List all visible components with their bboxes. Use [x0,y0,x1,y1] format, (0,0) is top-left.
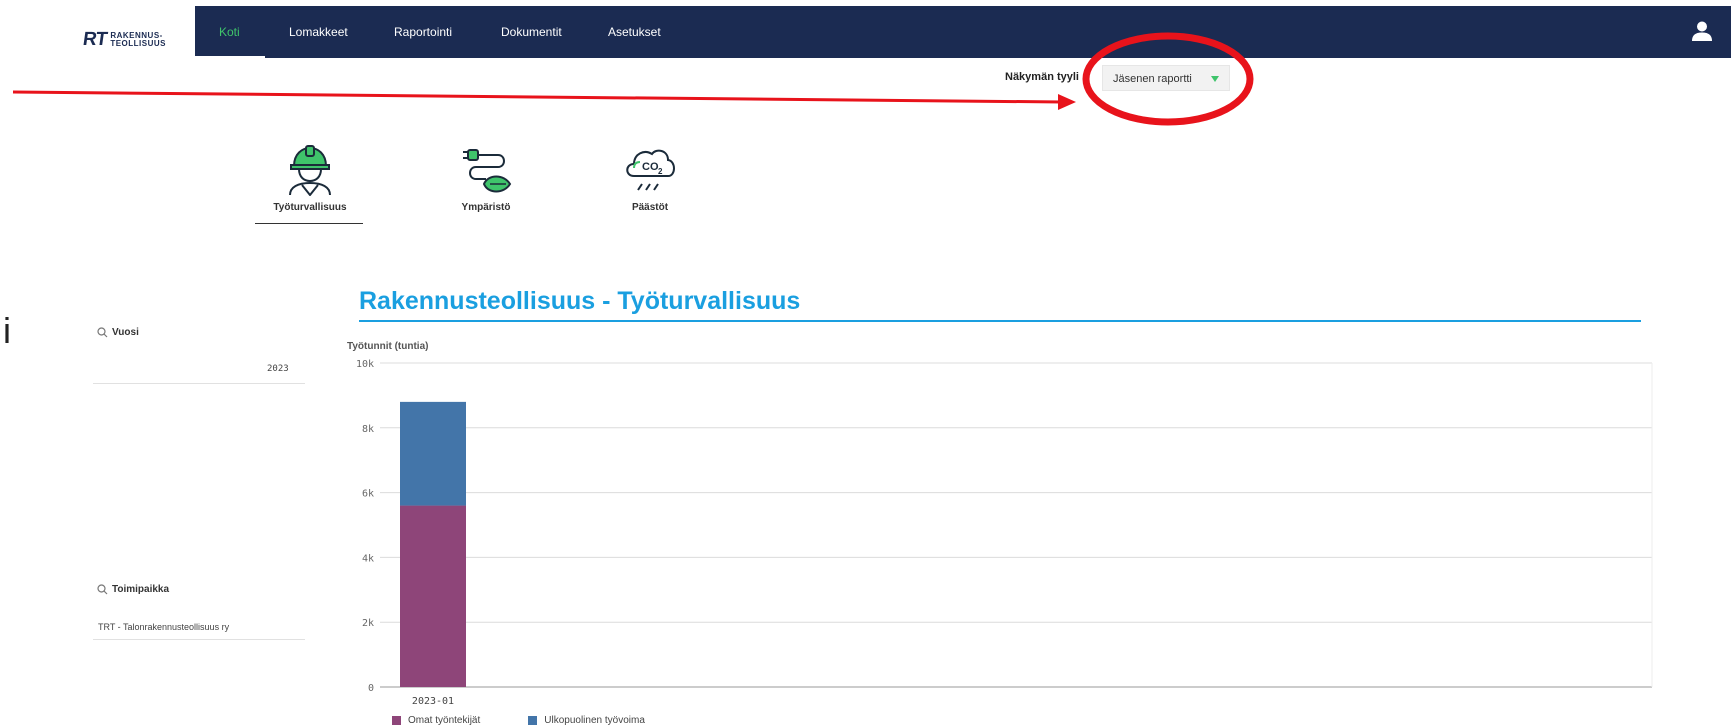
category-tile-tyoturvallisuus[interactable]: Työturvallisuus [255,144,365,213]
user-icon[interactable] [1691,20,1713,42]
logo-mark: RT [81,29,108,50]
y-tick-label: 10k [356,359,374,370]
category-label: Ympäristö [461,202,511,213]
filter-location-label: Toimipaikka [112,584,170,595]
category-label: Päästöt [631,202,669,213]
legend-swatch [392,716,401,725]
nav-item-label: Lomakkeet [289,25,348,39]
annotation-arrow [12,90,1076,110]
filter-year[interactable]: Vuosi [97,327,139,338]
y-tick-label: 4k [362,553,374,564]
filter-location-title: Toimipaikka [97,584,169,595]
nav-item-raportointi[interactable]: Raportointi [394,6,452,58]
worker-hardhat-icon [289,145,331,196]
legend-label: Omat työntekijät [408,715,481,726]
y-tick-label: 0 [368,683,374,694]
svg-text:CO: CO [642,161,659,173]
chart-title: Rakennusteollisuus - Työturvallisuus [359,287,801,315]
legend-label: Ulkopuolinen työvoima [544,715,645,726]
logo[interactable]: RT RAKENNUS- TEOLLISUUS [81,29,166,51]
category-label: Työturvallisuus [273,202,347,213]
plug-leaf-icon [463,149,512,193]
nav-item-label: Raportointi [394,25,453,39]
bar-segment[interactable] [400,401,466,506]
nav-item-label: Dokumentit [501,25,562,39]
logo-text: RAKENNUS- TEOLLISUUS [110,32,166,48]
nav-item-label: Asetukset [608,25,661,39]
filter-location[interactable]: Toimipaikka [97,584,169,595]
chart-y-axis-label: Työtunnit (tuntia) [347,341,429,352]
filter-location-value[interactable]: TRT - Talonrakennusteollisuus ry [98,622,229,632]
nav-item-asetukset[interactable]: Asetukset [608,6,661,58]
filter-year-label: Vuosi [112,327,139,338]
y-tick-label: 2k [362,618,374,629]
bar-segment[interactable] [400,505,466,687]
filter-year-value[interactable]: 2023 [267,364,289,374]
search-icon [97,327,108,338]
x-tick-label: 2023-01 [412,696,454,707]
category-tile-paastot[interactable]: CO 2 Päästöt [595,144,705,213]
svg-text:2: 2 [658,167,663,176]
legend-swatch [528,716,538,725]
stray-character: i [3,310,11,351]
nav-item-koti[interactable]: Koti [195,6,265,59]
category-selected-indicator [255,223,363,224]
filter-year-title: Vuosi [97,327,139,338]
chart-legend: Omat työntekijät Ulkopuolinen työvoima [392,715,645,726]
legend-item[interactable]: Omat työntekijät [392,715,480,726]
legend-item[interactable]: Ulkopuolinen työvoima [528,715,645,726]
stacked-bar-chart: 0 2k 4k 6k 8k 10k 2023-01 [356,359,1653,707]
filter-location-divider [93,639,305,640]
nav-item-label: Koti [219,25,240,39]
chart-title-underline [359,320,1641,322]
category-tile-ymparisto[interactable]: Ympäristö [431,144,541,213]
view-style-label: Näkymän tyyli [1005,71,1079,83]
nav-item-lomakkeet[interactable]: Lomakkeet [289,6,348,58]
y-tick-label: 8k [362,424,374,435]
annotation-ellipse [1082,32,1254,126]
y-tick-label: 6k [362,489,374,500]
nav-item-dokumentit[interactable]: Dokumentit [501,6,562,58]
co2-cloud-icon: CO 2 [626,149,675,191]
logo-text-line2: TEOLLISUUS [110,39,166,48]
navbar: Koti Lomakkeet Raportointi Dokumentit As… [195,6,1731,59]
filter-year-divider [93,383,305,384]
search-icon [97,584,108,595]
nav-active-indicator [195,56,265,59]
